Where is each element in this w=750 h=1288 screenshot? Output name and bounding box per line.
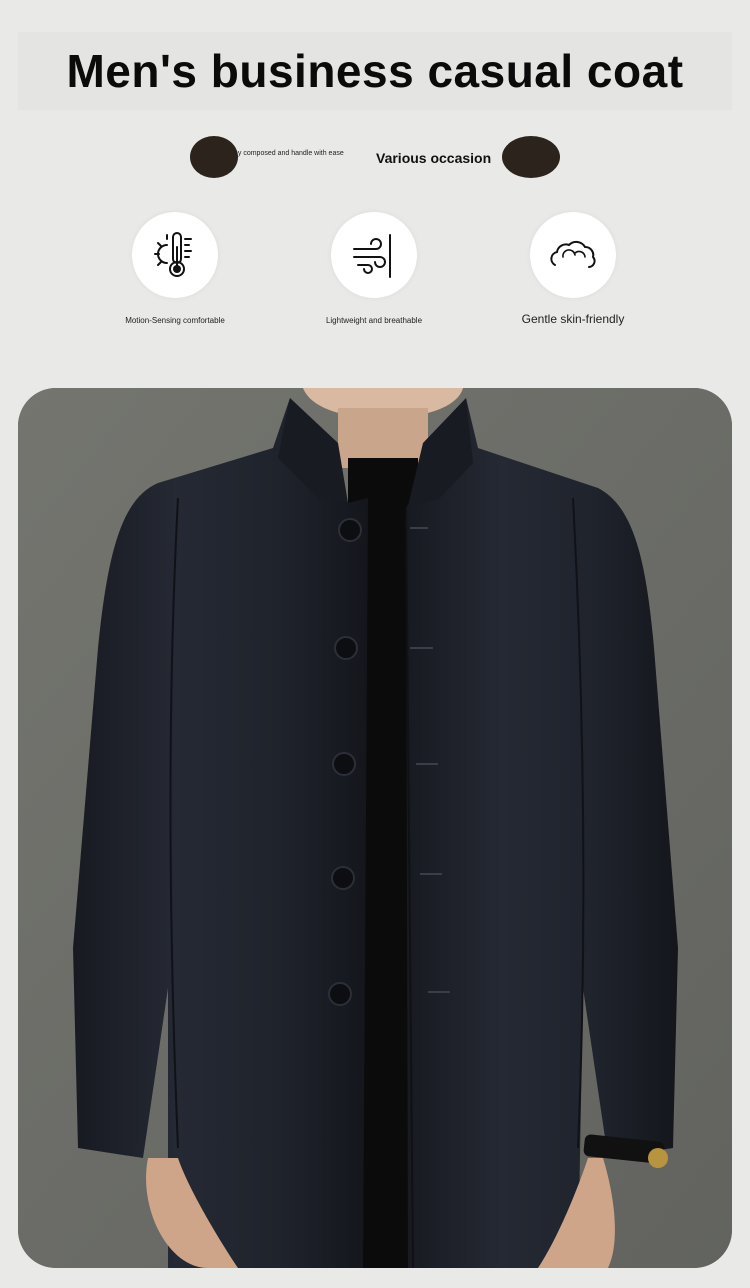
feature-label: Motion-Sensing comfortable: [125, 316, 225, 325]
feature-label: Lightweight and breathable: [325, 316, 423, 325]
wind-icon: [331, 212, 417, 298]
cloud-icon: [530, 212, 616, 298]
tagline-row: ay composed and handle with ease Various…: [190, 136, 560, 180]
tagline-big: Various occasion: [376, 150, 492, 166]
feature-motion-sensing: Motion-Sensing comfortable: [75, 208, 275, 325]
product-photo: [18, 388, 732, 1268]
feature-list: Motion-Sensing comfortable Lightweight a…: [0, 208, 750, 338]
feature-skin-friendly: Gentle skin-friendly: [473, 208, 673, 326]
feature-label: Gentle skin-friendly: [521, 312, 625, 326]
decorative-blob-right: [502, 136, 560, 178]
title-banner: Men's business casual coat: [18, 32, 732, 110]
feature-breathable: Lightweight and breathable: [274, 208, 474, 325]
tagline-small: ay composed and handle with ease: [234, 150, 344, 157]
page-title: Men's business casual coat: [66, 45, 684, 97]
thermometer-icon: [132, 212, 218, 298]
decorative-blob-left: [190, 136, 238, 178]
